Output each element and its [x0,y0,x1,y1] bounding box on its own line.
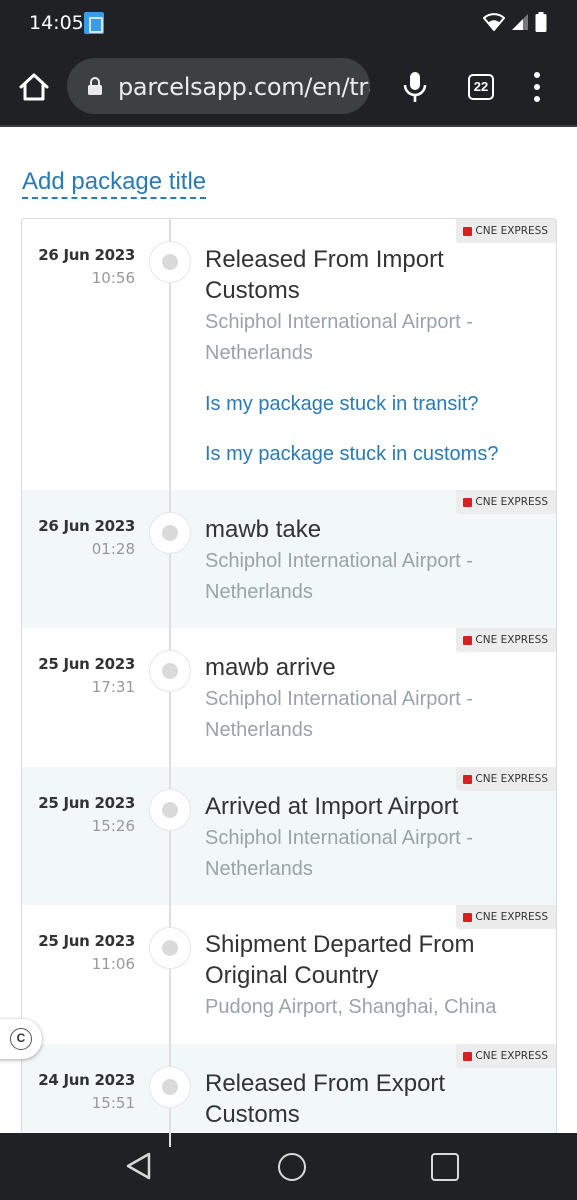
carrier-name: CNE EXPRESS [475,1050,548,1062]
carrier-logo-icon [463,497,473,507]
menu-dot-icon [534,96,540,102]
stuck-in-customs-link[interactable]: Is my package stuck in customs? [205,440,498,468]
browser-toolbar: parcelsapp.com/en/tracking 22 [0,46,577,126]
event-date: 24 Jun 2023 [38,1071,135,1089]
event-date: 26 Jun 2023 [38,246,135,264]
event-date: 25 Jun 2023 [38,932,135,950]
event-time: 11:06 [91,955,135,973]
floating-c-button[interactable]: C [0,1019,42,1059]
event-date: 26 Jun 2023 [38,517,135,535]
microphone-button[interactable] [400,70,430,104]
carrier-name: CNE EXPRESS [475,225,548,237]
event-title: mawb arrive [205,654,336,681]
menu-dot-icon [534,84,540,90]
tracking-event: CNE EXPRESS 26 Jun 2023 01:28 mawb take … [22,490,556,628]
cellular-signal-icon [512,14,528,30]
carrier-name: CNE EXPRESS [475,773,548,785]
back-button[interactable] [125,1151,153,1181]
recents-button[interactable] [431,1153,459,1181]
timeline-dot-icon [149,512,191,554]
wifi-icon [483,13,505,31]
timeline-dot-icon [149,1066,191,1108]
event-date: 25 Jun 2023 [38,794,135,812]
tracking-event: CNE EXPRESS 25 Jun 2023 17:31 mawb arriv… [22,628,556,767]
url-bar[interactable]: parcelsapp.com/en/tracking [67,58,370,114]
timeline-dot-icon [149,241,191,283]
floating-c-label: C [10,1028,32,1050]
carrier-badge: CNE EXPRESS [456,219,556,243]
toolbar-divider [0,125,577,127]
event-title: Released From Export Customs [205,1070,446,1128]
carrier-badge: CNE EXPRESS [456,1044,556,1068]
sim-card-icon [84,12,104,34]
timeline-dot-icon [149,927,191,969]
status-bar: 14:05 [0,0,577,46]
event-location: Schiphol International Airport - Netherl… [205,550,473,603]
timeline-dot-icon [149,789,191,831]
event-location: Pudong Airport, Shanghai, China [205,996,497,1018]
carrier-name: CNE EXPRESS [475,911,548,923]
carrier-logo-icon [463,912,473,922]
status-time: 14:05 [29,12,84,34]
overflow-menu-button[interactable] [527,72,547,102]
carrier-logo-icon [463,226,473,236]
timeline-dot-icon [149,650,191,692]
carrier-badge: CNE EXPRESS [456,767,556,791]
stuck-in-transit-link[interactable]: Is my package stuck in transit? [205,390,478,418]
carrier-name: CNE EXPRESS [475,496,548,508]
url-text[interactable]: parcelsapp.com/en/tracking [118,73,370,101]
event-title: Arrived at Import Airport [205,793,459,820]
event-time: 10:56 [91,269,135,287]
home-nav-button[interactable] [278,1153,306,1181]
menu-dot-icon [534,72,540,78]
event-time: 01:28 [91,540,135,558]
event-time: 15:51 [91,1094,135,1112]
carrier-badge: CNE EXPRESS [456,628,556,652]
add-package-title-link[interactable]: Add package title [22,167,207,199]
event-title: mawb take [205,516,322,543]
tracking-event: CNE EXPRESS 25 Jun 2023 15:26 Arrived at… [22,767,556,905]
system-navigation-bar [0,1133,577,1200]
event-time: 17:31 [91,678,135,696]
tracking-timeline: CNE EXPRESS 26 Jun 2023 10:56 Released F… [21,218,557,1148]
carrier-logo-icon [463,774,473,784]
event-location: Schiphol International Airport - Netherl… [205,827,473,880]
event-time: 15:26 [91,817,135,835]
event-location: Schiphol International Airport - Netherl… [205,688,473,741]
home-button[interactable] [18,72,50,102]
carrier-badge: CNE EXPRESS [456,490,556,514]
status-icons [483,12,547,32]
battery-icon [535,12,547,32]
tracking-event: CNE EXPRESS 26 Jun 2023 10:56 Released F… [22,219,556,490]
event-location: Schiphol International Airport - Netherl… [205,311,473,364]
carrier-name: CNE EXPRESS [475,634,548,646]
tracking-event: CNE EXPRESS 25 Jun 2023 11:06 Shipment D… [22,905,556,1044]
carrier-logo-icon [463,635,473,645]
carrier-logo-icon [463,1051,473,1061]
tabs-count-button[interactable]: 22 [468,74,494,100]
event-title: Shipment Departed From Original Country [205,931,475,989]
carrier-badge: CNE EXPRESS [456,905,556,929]
event-title: Released From Import Customs [205,246,444,304]
lock-icon [88,77,102,95]
event-date: 25 Jun 2023 [38,655,135,673]
